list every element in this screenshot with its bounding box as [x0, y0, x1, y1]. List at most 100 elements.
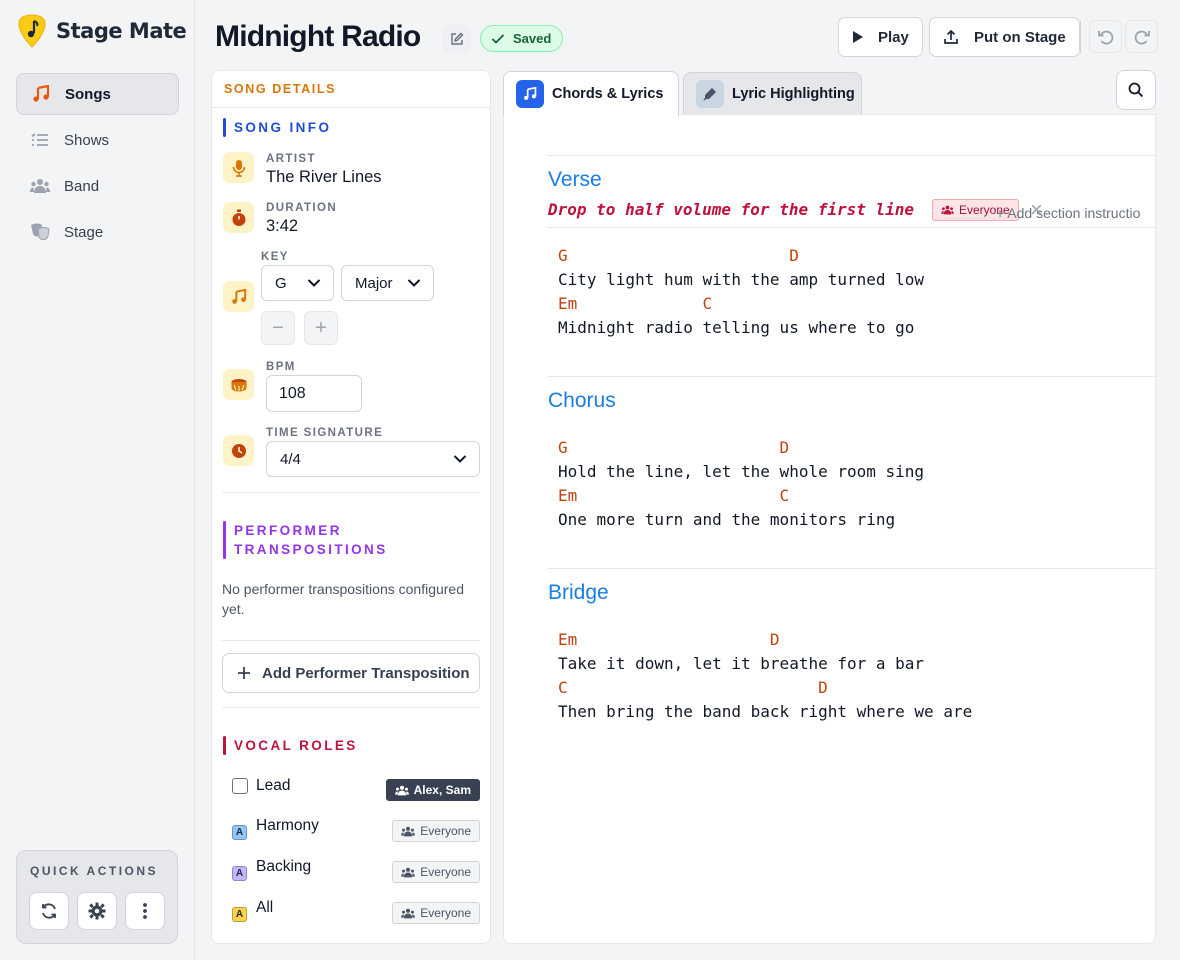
duration-value: 3:42 — [266, 217, 299, 235]
undo-icon — [1097, 30, 1113, 44]
transpose-up-button[interactable]: + — [304, 311, 338, 345]
music-note-icon — [223, 281, 254, 312]
upload-icon — [944, 29, 958, 44]
sidebar-item-label: Band — [64, 177, 100, 195]
redo-button[interactable] — [1125, 20, 1158, 53]
role-assignment-chip[interactable]: Alex, Sam — [385, 779, 480, 801]
section-divider — [222, 707, 480, 708]
performer-empty-text: No performer transpositions configured y… — [222, 581, 465, 617]
refresh-button[interactable] — [29, 892, 69, 930]
edit-title-button[interactable] — [443, 25, 471, 53]
users-icon — [401, 826, 416, 836]
role-name: All — [256, 899, 274, 916]
vocal-roles-heading: VOCAL ROLES — [223, 736, 358, 755]
chords-lyrics-editor[interactable]: Verse Drop to half volume for the first … — [503, 114, 1156, 944]
panel-divider — [212, 107, 490, 108]
lead-checkbox[interactable] — [232, 778, 248, 794]
header-divider — [1080, 21, 1081, 53]
tab-chords-lyrics[interactable]: Chords & Lyrics — [503, 71, 679, 116]
section-divider — [222, 640, 480, 641]
time-signature-value: 4/4 — [280, 450, 301, 468]
mode-value: Major — [355, 274, 393, 292]
minus-icon: − — [272, 316, 284, 339]
role-assignment-chip[interactable]: Everyone — [392, 861, 480, 883]
role-assignment-label: Alex, Sam — [413, 783, 471, 797]
artist-label: ARTIST — [266, 153, 316, 165]
more-button[interactable] — [125, 892, 165, 930]
close-icon[interactable]: × — [1030, 199, 1043, 221]
gear-icon — [88, 902, 106, 920]
section-title[interactable]: Verse — [548, 168, 602, 192]
saved-label: Saved — [513, 31, 552, 46]
section-title[interactable]: Bridge — [548, 581, 609, 605]
transpose-down-button[interactable]: − — [261, 311, 295, 345]
song-info-heading: SONG INFO — [223, 118, 331, 137]
sidebar-item-songs[interactable]: Songs — [16, 73, 179, 115]
role-name: Harmony — [256, 817, 319, 834]
section-instruction[interactable]: Drop to half volume for the first line — [548, 200, 914, 219]
search-icon — [1128, 82, 1144, 98]
plus-icon: + — [315, 316, 327, 339]
refresh-icon — [42, 903, 56, 919]
add-performer-transposition-button[interactable]: Add Performer Transposition — [222, 653, 480, 693]
list-icon — [30, 130, 50, 150]
play-label: Play — [878, 28, 909, 46]
add-section-instruction-button[interactable]: + Add section instructio — [996, 205, 1140, 221]
quick-actions-panel: QUICK ACTIONS — [16, 850, 178, 944]
sidebar-item-shows[interactable]: Shows — [16, 119, 179, 161]
settings-button[interactable] — [77, 892, 117, 930]
quick-actions-title: QUICK ACTIONS — [30, 864, 159, 878]
sidebar-item-label: Shows — [64, 131, 110, 149]
section-title[interactable]: Chorus — [548, 389, 616, 413]
lyric-line[interactable]: Midnight radio telling us where to go — [558, 318, 914, 337]
artist-value: The River Lines — [266, 168, 382, 186]
chord-line[interactable]: G D — [558, 246, 799, 265]
music-note-icon — [516, 80, 544, 108]
mode-select[interactable]: Major — [341, 265, 434, 301]
role-assignment-chip[interactable]: Everyone — [392, 820, 480, 842]
put-on-stage-label[interactable]: Put on Stage — [974, 29, 1066, 46]
chord-line[interactable]: G D — [558, 438, 789, 457]
theater-masks-icon — [30, 222, 50, 242]
role-badge: A — [232, 824, 247, 840]
app-logo[interactable]: Stage Mate — [18, 14, 187, 48]
sidebar-item-band[interactable]: Band — [16, 165, 179, 207]
section-divider — [548, 155, 1155, 156]
sidebar-item-stage[interactable]: Stage — [16, 211, 179, 253]
more-vertical-icon — [143, 903, 147, 919]
play-button[interactable]: Play — [838, 17, 923, 57]
undo-button[interactable] — [1089, 20, 1122, 53]
play-icon — [853, 31, 863, 43]
bpm-label: BPM — [266, 361, 296, 373]
stopwatch-icon — [223, 202, 254, 233]
time-signature-select[interactable]: 4/4 — [266, 441, 480, 477]
section-divider — [222, 492, 480, 493]
tab-lyric-highlighting[interactable]: Lyric Highlighting — [683, 72, 862, 114]
chevron-down-icon — [453, 455, 467, 463]
lyric-line[interactable]: Take it down, let it breathe for a bar — [558, 654, 924, 673]
sidebar: Stage Mate Songs Shows Band Stage QUICK … — [0, 0, 195, 960]
users-icon — [401, 908, 416, 918]
time-signature-label: TIME SIGNATURE — [266, 427, 384, 439]
bpm-input[interactable]: 108 — [266, 375, 362, 412]
put-on-stage-button[interactable]: Put on Stage — [929, 17, 1080, 57]
lyric-line[interactable]: City light hum with the amp turned low — [558, 270, 924, 289]
lyric-line[interactable]: Then bring the band back right where we … — [558, 702, 972, 721]
app-name: Stage Mate — [56, 19, 187, 43]
clock-icon — [223, 435, 254, 466]
plus-icon — [238, 667, 250, 679]
role-assignment-chip[interactable]: Everyone — [392, 902, 480, 924]
role-assignment-label: Everyone — [420, 824, 471, 838]
search-button[interactable] — [1116, 70, 1156, 110]
chord-line[interactable]: Em C — [558, 294, 712, 313]
users-icon — [941, 205, 954, 215]
key-select[interactable]: G — [261, 265, 334, 301]
chord-line[interactable]: C D — [558, 678, 828, 697]
edit-icon — [451, 32, 464, 45]
lyric-line[interactable]: One more turn and the monitors ring — [558, 510, 895, 529]
chord-line[interactable]: Em C — [558, 486, 789, 505]
section-divider — [548, 227, 1155, 228]
role-assignment-label: Everyone — [420, 906, 471, 920]
lyric-line[interactable]: Hold the line, let the whole room sing — [558, 462, 924, 481]
chord-line[interactable]: Em D — [558, 630, 780, 649]
